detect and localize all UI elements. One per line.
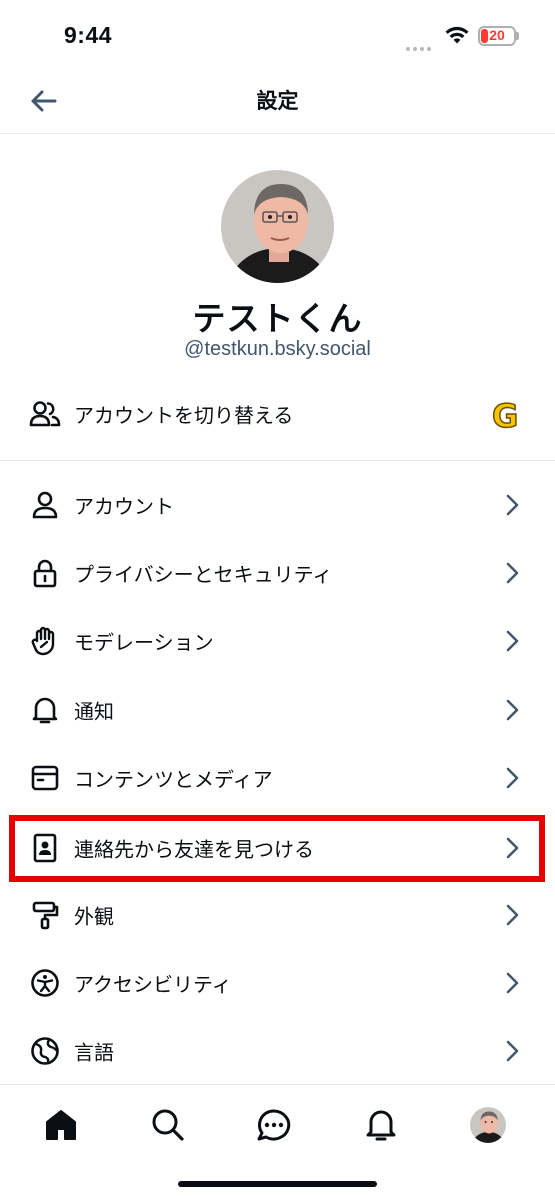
chevron-right-icon	[506, 494, 519, 516]
settings-item-language[interactable]: 言語	[0, 1018, 555, 1084]
search-icon	[152, 1109, 184, 1141]
home-indicator	[178, 1181, 377, 1187]
tab-notifications[interactable]	[361, 1105, 401, 1145]
signal-icon	[406, 36, 434, 55]
settings-item-label: 言語	[74, 1040, 114, 1065]
tab-chat[interactable]	[254, 1105, 294, 1145]
chevron-right-icon	[506, 767, 519, 789]
users-icon	[28, 397, 62, 431]
settings-item-content-media[interactable]: コンテンツとメディア	[0, 745, 555, 811]
settings-item-account[interactable]: アカウント	[0, 472, 555, 538]
globe-icon	[28, 1034, 62, 1068]
paint-roller-icon	[28, 898, 62, 932]
settings-item-privacy[interactable]: プライバシーとセキュリティ	[0, 540, 555, 606]
status-bar: 9:44 20	[0, 0, 555, 72]
switch-account-row[interactable]: アカウントを切り替える	[0, 381, 555, 447]
avatar	[470, 1107, 506, 1143]
settings-item-notifications[interactable]: 通知	[0, 677, 555, 743]
chevron-right-icon	[506, 699, 519, 721]
profile-handle: @testkun.bsky.social	[184, 338, 371, 360]
hand-icon	[28, 624, 62, 658]
settings-item-label: 通知	[74, 699, 114, 724]
settings-item-moderation[interactable]: モデレーション	[0, 608, 555, 674]
bell-icon	[366, 1110, 396, 1141]
chevron-right-icon	[506, 904, 519, 926]
tab-search[interactable]	[148, 1105, 188, 1145]
settings-item-accessibility[interactable]: アクセシビリティ	[0, 950, 555, 1016]
divider	[0, 460, 555, 461]
settings-item-label: アクセシビリティ	[74, 972, 232, 997]
battery-icon: 20	[478, 26, 516, 46]
header: 設定	[0, 72, 555, 134]
chevron-right-icon	[506, 972, 519, 994]
chevron-right-icon	[506, 1040, 519, 1062]
page-title: 設定	[256, 89, 299, 113]
window-icon	[28, 761, 62, 795]
settings-item-label: モデレーション	[74, 630, 214, 655]
chevron-right-icon	[506, 562, 519, 584]
highlight-box	[9, 815, 545, 882]
status-time: 9:44	[64, 22, 113, 48]
bell-icon	[28, 693, 62, 727]
settings-item-label: 外観	[74, 904, 114, 929]
battery-tip	[516, 32, 519, 40]
accessibility-icon	[28, 966, 62, 1000]
tab-profile[interactable]	[468, 1105, 508, 1145]
wifi-icon	[445, 26, 469, 44]
svg-text:G: G	[492, 398, 518, 432]
home-icon	[46, 1110, 76, 1140]
person-icon	[28, 488, 62, 522]
profile-avatar[interactable]	[221, 170, 334, 283]
tab-home[interactable]	[41, 1105, 81, 1145]
g-badge-icon: G	[490, 396, 526, 436]
display-name: テストくん	[192, 299, 363, 338]
chat-icon	[257, 1109, 291, 1141]
switch-account-label: アカウントを切り替える	[74, 403, 294, 428]
lock-icon	[28, 556, 62, 590]
settings-item-appearance[interactable]: 外観	[0, 882, 555, 948]
settings-item-label: アカウント	[74, 494, 174, 519]
settings-item-label: プライバシーとセキュリティ	[74, 562, 333, 587]
battery-level: 20	[489, 27, 505, 43]
avatar-image	[221, 170, 334, 283]
chevron-right-icon	[506, 630, 519, 652]
settings-item-label: コンテンツとメディア	[74, 767, 273, 792]
